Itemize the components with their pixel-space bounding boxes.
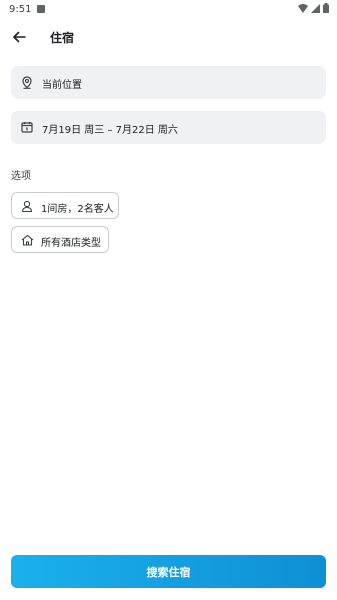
battery-icon [323, 3, 329, 13]
page-title: 住宿 [50, 31, 75, 45]
location-pin-icon [20, 75, 34, 89]
app-bar: 住宿 [0, 22, 337, 52]
signal-icon [311, 3, 320, 13]
status-bar: 9:51 [0, 0, 337, 18]
date-range-field[interactable]: 7月19日 周三 – 7月22日 周六 [11, 111, 326, 144]
location-value: 当前位置 [42, 80, 82, 91]
notification-badge-icon [37, 5, 46, 13]
wifi-icon [298, 3, 308, 13]
location-field[interactable]: 当前位置 [11, 66, 326, 99]
hotel-type-chip[interactable]: 所有酒店类型 [11, 226, 109, 253]
hotel-type-label: 所有酒店类型 [41, 238, 101, 249]
back-button[interactable] [8, 26, 30, 48]
search-button[interactable]: 搜索住宿 [11, 555, 326, 588]
arrow-back-icon [13, 31, 26, 43]
person-icon [20, 199, 34, 213]
calendar-icon [20, 120, 34, 134]
status-time: 9:51 [9, 3, 32, 15]
guests-chip[interactable]: 1间房，2名客人 [11, 192, 119, 219]
home-icon [20, 233, 34, 247]
status-icons [298, 3, 329, 13]
date-range-value: 7月19日 周三 – 7月22日 周六 [42, 125, 178, 136]
guests-label: 1间房，2名客人 [41, 204, 114, 215]
options-label: 选项 [11, 171, 31, 182]
